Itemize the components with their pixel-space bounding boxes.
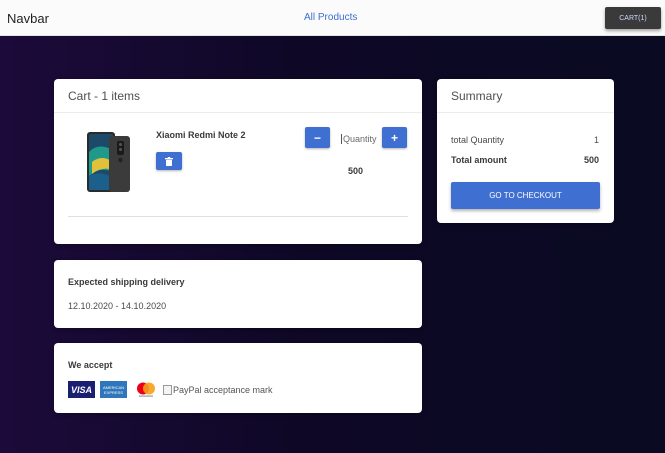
shipping-dates: 12.10.2020 - 14.10.2020	[68, 301, 167, 311]
paypal-alt-text: PayPal acceptance mark	[173, 384, 273, 395]
summary-card: Summary total Quantity 1 Total amount 50…	[437, 79, 614, 223]
checkout-button[interactable]: GO TO CHECKOUT	[451, 182, 600, 209]
shipping-title: Expected shipping delivery	[68, 277, 185, 287]
payment-methods: VISA AMERICAN EXPRESS PayPal acceptance …	[68, 381, 273, 398]
item-price: 500	[348, 166, 364, 176]
shipping-card: Expected shipping delivery 12.10.2020 - …	[54, 260, 422, 328]
paypal-image: PayPal acceptance mark	[163, 384, 273, 395]
quantity-field[interactable]: Quantity	[341, 134, 377, 144]
payment-card: We accept VISA AMERICAN EXPRESS PayPal a…	[54, 343, 422, 413]
total-amount-row: Total amount 500	[451, 155, 599, 165]
navbar: Navbar All Products CART(1)	[0, 0, 665, 36]
total-amount-label: Total amount	[451, 155, 507, 165]
total-quantity-label: total Quantity	[451, 135, 505, 145]
cart-title: Cart - 1 items	[54, 79, 422, 113]
navbar-brand[interactable]: Navbar	[7, 11, 49, 26]
total-quantity-row: total Quantity 1	[451, 135, 599, 145]
total-quantity-value: 1	[593, 135, 599, 145]
cart-card: Cart - 1 items Xiaomi Redmi Note 2 − Qua…	[54, 79, 422, 244]
trash-icon	[165, 156, 173, 166]
text-cursor	[341, 134, 342, 144]
quantity-label: Quantity	[343, 134, 377, 144]
visa-logo: VISA	[68, 381, 95, 398]
summary-title: Summary	[437, 79, 614, 113]
decrease-quantity-button[interactable]: −	[305, 127, 330, 148]
product-image	[87, 132, 130, 192]
broken-image-icon	[163, 384, 172, 395]
increase-quantity-button[interactable]: +	[382, 127, 407, 148]
total-amount-value: 500	[583, 155, 599, 165]
mastercard-logo	[137, 382, 155, 397]
all-products-link[interactable]: All Products	[304, 12, 357, 23]
payment-title: We accept	[68, 360, 113, 370]
divider	[68, 216, 408, 217]
delete-item-button[interactable]	[156, 152, 182, 170]
cart-button[interactable]: CART(1)	[605, 7, 661, 29]
product-name: Xiaomi Redmi Note 2	[156, 130, 246, 140]
amex-logo: AMERICAN EXPRESS	[100, 381, 127, 398]
